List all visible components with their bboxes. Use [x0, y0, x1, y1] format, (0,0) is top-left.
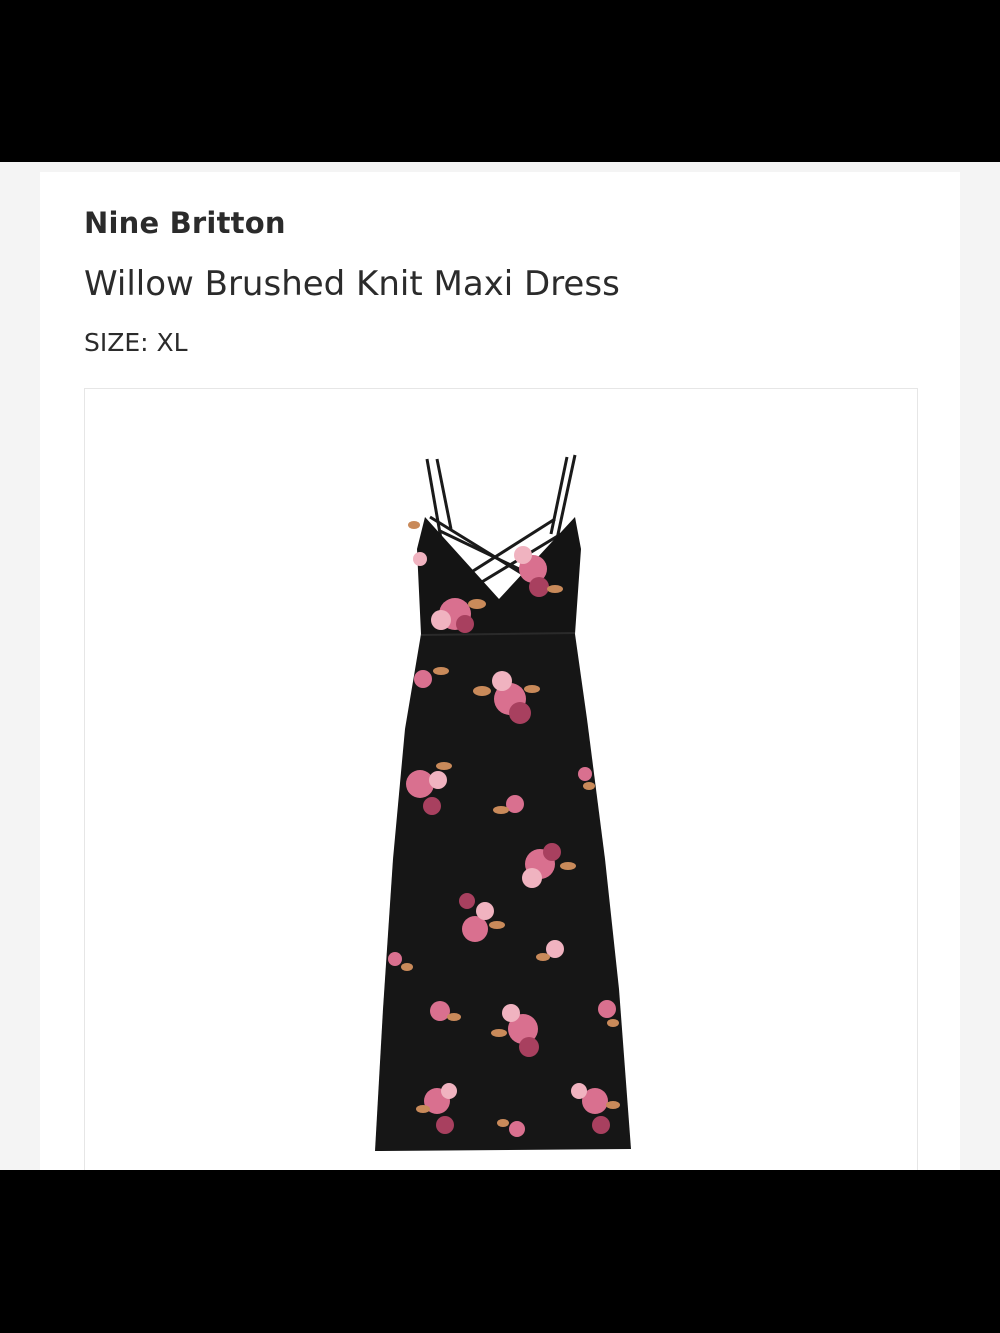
letterbox-top — [0, 0, 1000, 162]
product-screen: Nine Britton Willow Brushed Knit Maxi Dr… — [0, 162, 1000, 1170]
product-title[interactable]: Willow Brushed Knit Maxi Dress — [84, 264, 620, 304]
letterbox-bottom — [0, 1170, 1000, 1333]
size-info: SIZE: XL — [84, 328, 188, 357]
product-card: Nine Britton Willow Brushed Knit Maxi Dr… — [40, 172, 960, 1170]
size-label: SIZE: — [84, 328, 149, 357]
size-value: XL — [156, 328, 188, 357]
product-image[interactable] — [84, 388, 918, 1170]
dress-illustration — [375, 454, 631, 1151]
brand-name[interactable]: Nine Britton — [84, 206, 286, 240]
